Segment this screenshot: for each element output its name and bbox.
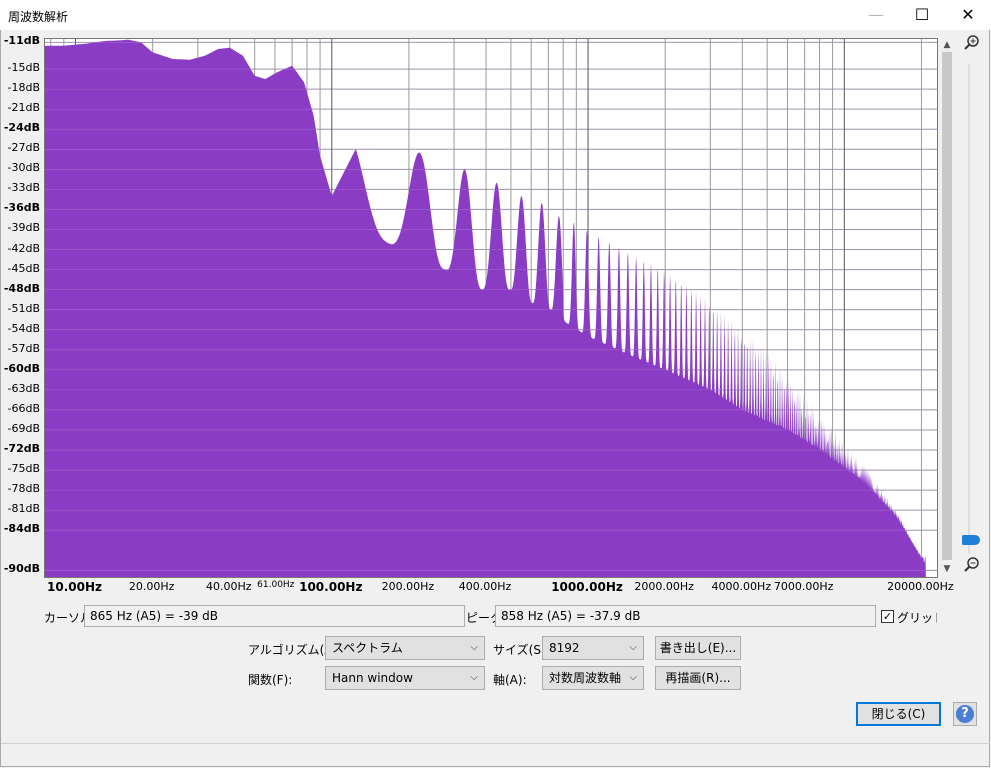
x-tick-label: 1000.00Hz [551, 580, 623, 594]
spectrum-area [45, 39, 937, 584]
grid-checkbox[interactable]: ✓ [881, 610, 894, 623]
axis-select-value: 対数周波数軸 [549, 671, 622, 685]
y-tick-label: -15dB [7, 61, 41, 75]
cursor-value-field: 865 Hz (A5) = -39 dB [84, 605, 465, 627]
x-tick-label: 100.00Hz [299, 580, 363, 594]
y-tick-label: -42dB [7, 241, 41, 255]
y-tick-label: -30dB [7, 161, 41, 175]
grid-label[interactable]: グリッド(G) [897, 609, 937, 626]
y-tick-label: -78dB [7, 482, 41, 496]
zoom-in-icon[interactable] [962, 34, 982, 54]
y-tick-label: -90dB [3, 562, 40, 576]
y-tick-label: -36dB [3, 201, 40, 215]
y-tick-label: -51dB [7, 301, 41, 315]
y-tick-label: -33dB [7, 181, 41, 195]
y-tick-label: -57dB [7, 341, 41, 355]
x-tick-label: 10.00Hz [47, 580, 103, 594]
chevron-down-icon: ⌵ [470, 672, 478, 683]
y-tick-label: -21dB [7, 101, 41, 115]
help-icon: ? [956, 705, 974, 723]
scroll-up-icon[interactable]: ▲ [940, 38, 954, 52]
zoom-slider-thumb[interactable] [962, 535, 980, 545]
help-button[interactable]: ? [953, 702, 977, 726]
window-title: 周波数解析 [8, 10, 69, 24]
status-bar-divider [1, 743, 990, 744]
x-tick-label: 20000.00Hz [887, 580, 954, 593]
spectrum-chart [45, 39, 937, 584]
function-select[interactable]: Hann window ⌵ [325, 666, 485, 690]
function-select-value: Hann window [332, 671, 413, 685]
y-tick-label: -45dB [7, 261, 41, 275]
axis-select[interactable]: 対数周波数軸 ⌵ [542, 666, 644, 690]
x-tick-label: 40.00Hz [206, 580, 252, 593]
y-tick-label: -24dB [3, 121, 40, 135]
replot-button[interactable]: 再描画(R)... [655, 666, 741, 690]
x-tick-label: 400.00Hz [458, 580, 512, 593]
x-tick-label: 7000.00Hz [773, 580, 834, 593]
y-tick-label: -63dB [7, 381, 41, 395]
y-tick-label: -75dB [7, 462, 41, 476]
x-tick-label: 20.00Hz [128, 580, 175, 593]
zoom-slider-track[interactable] [968, 64, 970, 554]
x-tick-label: 4000.00Hz [711, 580, 772, 593]
y-tick-label: -72dB [3, 442, 40, 456]
chevron-down-icon: ⌵ [629, 672, 637, 683]
x-tick-label: 200.00Hz [381, 580, 435, 593]
chevron-down-icon: ⌵ [470, 642, 478, 653]
minimize-icon[interactable]: — [853, 0, 899, 30]
y-tick-label: -48dB [3, 281, 40, 295]
y-tick-label: -84dB [3, 522, 40, 536]
y-tick-label: -60dB [3, 361, 40, 375]
close-icon[interactable]: ✕ [945, 0, 991, 30]
y-tick-label: -11dB [3, 34, 40, 48]
vertical-scrollbar[interactable]: ▲ ▼ [940, 38, 954, 576]
title-bar: 周波数解析 — ☐ ✕ [0, 0, 991, 30]
algorithm-select[interactable]: スペクトラム ⌵ [325, 636, 485, 660]
size-select[interactable]: 8192 ⌵ [542, 636, 644, 660]
y-tick-label: -39dB [7, 221, 41, 235]
scrollbar-thumb[interactable] [942, 52, 952, 560]
y-tick-label: -81dB [7, 502, 41, 516]
axis-label: 軸(A): [493, 673, 527, 687]
close-button[interactable]: 閉じる(C) [856, 702, 941, 726]
zoom-out-icon[interactable] [962, 556, 982, 576]
x-tick-label: 2000.00Hz [634, 580, 694, 593]
y-tick-label: -69dB [7, 421, 41, 435]
size-select-value: 8192 [549, 641, 580, 655]
chevron-down-icon: ⌵ [629, 642, 637, 653]
y-tick-label: -54dB [7, 321, 41, 335]
algorithm-select-value: スペクトラム [332, 641, 403, 655]
function-label: 関数(F): [248, 673, 293, 687]
export-button[interactable]: 書き出し(E)... [655, 636, 741, 660]
y-tick-label: -27dB [7, 141, 41, 155]
y-tick-label: -18dB [7, 81, 41, 95]
maximize-icon[interactable]: ☐ [899, 0, 945, 30]
peak-value-field: 858 Hz (A5) = -37.9 dB [495, 605, 876, 627]
y-tick-label: -66dB [7, 401, 41, 415]
scroll-down-icon[interactable]: ▼ [940, 562, 954, 576]
spectrum-plot[interactable] [44, 38, 938, 584]
x-tick-label: 61.00Hz [257, 580, 295, 590]
